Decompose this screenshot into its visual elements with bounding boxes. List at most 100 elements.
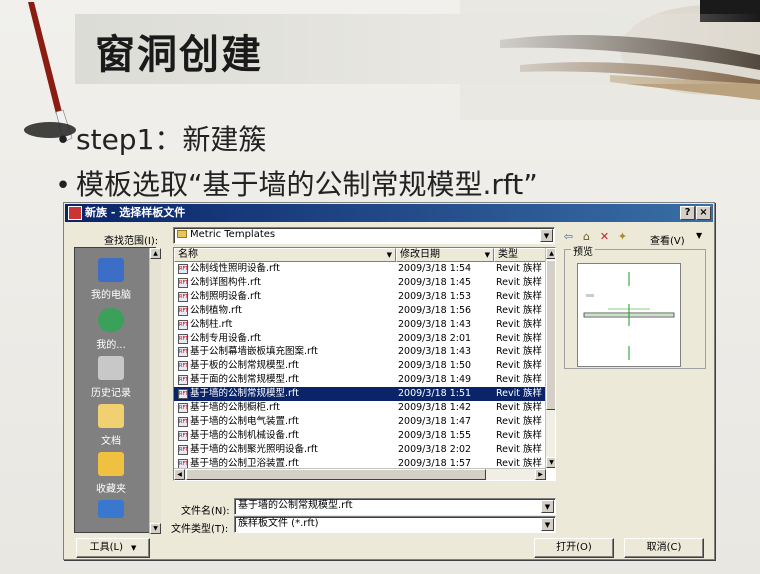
file-row[interactable]: RFT 公制照明设备.rft 2009/3/18 1:53 Revit 族样 (174, 290, 546, 304)
place-documents[interactable]: 文档 (75, 404, 147, 447)
rft-file-icon: RFT (178, 416, 189, 427)
look-in-label: 查找范围(I): (104, 236, 159, 247)
scroll-thumb[interactable] (546, 260, 555, 410)
filetype-value: 族样板文件 (*.rft) (238, 518, 319, 529)
file-name: 公制照明设备.rft (190, 290, 261, 302)
help-button[interactable]: ? (680, 206, 695, 220)
rft-file-icon: RFT (178, 403, 189, 413)
file-row[interactable]: RFT 基于墙的公制机械设备.rft 2009/3/18 1:55 Revit 族样 (174, 429, 546, 443)
filetype-select[interactable]: 族样板文件 (*.rft) ▼ (234, 516, 556, 533)
column-modified-label: 修改日期 (400, 249, 440, 260)
file-type: Revit 族样 (496, 290, 543, 302)
place-label: 文档 (101, 436, 121, 447)
file-type: Revit 族样 (496, 263, 543, 274)
filename-input[interactable]: 基于墙的公制常规模型.rft ▼ (234, 498, 556, 515)
look-in-combo[interactable]: Metric Templates ▼ (173, 227, 555, 244)
file-name: 公制植物.rft (190, 304, 242, 316)
views-dropdown-icon[interactable]: ▼ (696, 231, 702, 240)
dropdown-arrow-icon[interactable]: ▼ (541, 500, 554, 513)
scroll-down-icon[interactable]: ▼ (546, 457, 555, 468)
file-row[interactable]: RFT 公制专用设备.rft 2009/3/18 2:01 Revit 族样 (174, 332, 546, 346)
history-icon (98, 356, 124, 380)
bullet-dot-icon: • (55, 126, 71, 156)
rft-file-icon: RFT (178, 264, 189, 274)
file-date: 2009/3/18 1:55 (398, 429, 472, 441)
file-row[interactable]: RFT 基于墙的公制橱柜.rft 2009/3/18 1:42 Revit 族样 (174, 401, 546, 415)
new-folder-icon[interactable]: ✦ (615, 230, 630, 243)
file-name: 基于板的公制常规模型.rft (190, 360, 299, 372)
scroll-right-icon[interactable]: ▶ (535, 469, 546, 480)
place-network[interactable]: 我的... (75, 308, 147, 351)
file-row[interactable]: RFT 基于墙的公制常规模型.rft 2009/3/18 1:51 Revit 族样 (174, 387, 546, 402)
file-type: Revit 族样 (496, 318, 543, 330)
bullet-text: 模板选取“基于墙的公制常规模型.rft” (76, 168, 538, 201)
bullet-step1: • step1：新建簇 (50, 118, 266, 158)
file-row[interactable]: RFT 基于墙的公制聚光照明设备.rft 2009/3/18 2:02 Revit 族… (174, 443, 546, 457)
preview-image (577, 263, 681, 367)
filename-value: 基于墙的公制常规模型.rft (238, 500, 353, 511)
places-scrollbar[interactable]: ▲ ▼ (149, 248, 161, 534)
file-row[interactable]: RFT 公制详图构件.rft 2009/3/18 1:45 Revit 族样 (174, 276, 546, 290)
back-icon[interactable]: ⇦ (561, 230, 576, 243)
file-date: 2009/3/18 1:53 (398, 290, 472, 302)
scroll-down-icon[interactable]: ▼ (150, 523, 161, 534)
delete-icon[interactable]: ✕ (597, 230, 612, 243)
dialog-titlebar[interactable]: 新族 - 选择样板文件 ? × (65, 204, 713, 222)
file-type: Revit 族样 (496, 402, 543, 413)
dropdown-arrow-icon[interactable]: ▼ (540, 229, 553, 242)
close-button[interactable]: × (696, 206, 711, 220)
favorites-icon (98, 452, 124, 476)
views-menu[interactable]: 查看(V) (650, 232, 685, 247)
file-type: Revit 族样 (496, 388, 543, 400)
rft-file-icon: RFT (178, 444, 189, 455)
file-name: 公制线性照明设备.rft (190, 263, 280, 274)
hscroll-thumb[interactable] (186, 469, 486, 480)
file-date: 2009/3/18 1:43 (398, 346, 472, 358)
file-name: 基于墙的公制常规模型.rft (190, 388, 299, 400)
filetype-label: 文件类型(T): (171, 524, 229, 535)
desktop-icon (98, 500, 124, 518)
file-date: 2009/3/18 1:50 (398, 360, 472, 372)
file-name: 基于墙的公制聚光照明设备.rft (190, 443, 318, 455)
place-my-computer[interactable]: 我的电脑 (75, 258, 147, 301)
documents-icon (98, 404, 124, 428)
look-in-value: Metric Templates (190, 229, 276, 240)
bullet-dot-icon: • (55, 171, 71, 201)
up-folder-icon[interactable]: ⌂ (579, 230, 594, 243)
file-name: 基于墙的公制橱柜.rft (190, 402, 280, 413)
scroll-up-icon[interactable]: ▲ (546, 248, 555, 259)
column-type[interactable]: 类型 (494, 248, 546, 262)
file-name: 基于墙的公制电气装置.rft (190, 415, 299, 427)
file-row[interactable]: RFT 公制植物.rft 2009/3/18 1:56 Revit 族样 (174, 304, 546, 318)
file-list[interactable]: 名称 ▼ 修改日期 ▼ 类型 RFT 公制线性照明设备.rft 2009/3/18 1:… (173, 247, 556, 481)
rft-file-icon: RFT (178, 277, 189, 288)
place-desktop[interactable] (75, 500, 147, 522)
file-type: Revit 族样 (496, 304, 543, 316)
file-name: 基于墙的公制机械设备.rft (190, 429, 299, 441)
tools-button[interactable]: 工具(L) ▼ (76, 538, 150, 558)
place-favorites[interactable]: 收藏夹 (75, 452, 147, 495)
slide-title: 窗洞创建 (95, 32, 263, 78)
file-name: 公制柱.rft (190, 318, 233, 330)
dropdown-arrow-icon[interactable]: ▼ (541, 518, 554, 531)
file-row[interactable]: RFT 基于板的公制常规模型.rft 2009/3/18 1:50 Revit 族样 (174, 359, 546, 373)
column-menu-icon[interactable]: ▼ (387, 249, 392, 261)
open-button[interactable]: 打开(O) (534, 538, 614, 558)
place-history[interactable]: 历史记录 (75, 356, 147, 399)
file-row[interactable]: RFT 基于公制幕墙嵌板填充图案.rft 2009/3/18 1:43 Revit 族… (174, 345, 546, 359)
file-row[interactable]: RFT 公制柱.rft 2009/3/18 1:43 Revit 族样 (174, 318, 546, 332)
preview-label: 预览 (571, 243, 595, 258)
column-menu-icon[interactable]: ▼ (485, 249, 490, 261)
column-name[interactable]: 名称 ▼ (174, 248, 396, 262)
scroll-left-icon[interactable]: ◀ (174, 469, 185, 480)
file-type: Revit 族样 (496, 360, 543, 372)
column-modified[interactable]: 修改日期 ▼ (396, 248, 494, 262)
file-list-vscrollbar[interactable]: ▲ ▼ (545, 248, 555, 468)
file-list-hscrollbar[interactable]: ◀ ▶ (174, 468, 546, 480)
cancel-button[interactable]: 取消(C) (624, 538, 704, 558)
scroll-up-icon[interactable]: ▲ (150, 248, 161, 259)
file-row[interactable]: RFT 基于面的公制常规模型.rft 2009/3/18 1:49 Revit 族样 (174, 373, 546, 387)
file-row[interactable]: RFT 公制线性照明设备.rft 2009/3/18 1:54 Revit 族样 (174, 262, 546, 276)
folder-icon (177, 230, 187, 238)
file-row[interactable]: RFT 基于墙的公制电气装置.rft 2009/3/18 1:47 Revit 族样 (174, 415, 546, 429)
